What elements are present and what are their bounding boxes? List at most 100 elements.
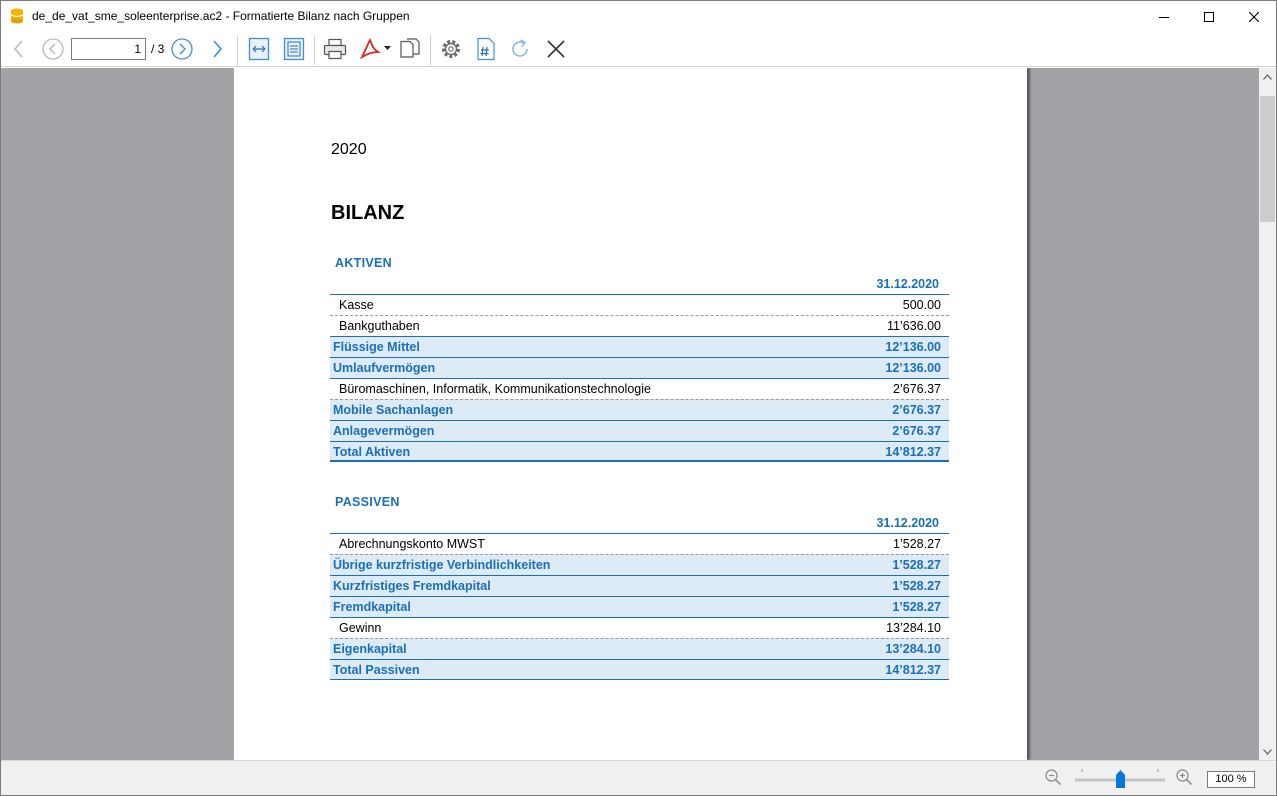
row-value: 1’528.27: [892, 558, 941, 572]
report-title: BILANZ: [331, 202, 405, 224]
refresh-button[interactable]: [506, 35, 534, 63]
pdf-icon: [359, 38, 391, 60]
fit-page-icon: [283, 37, 305, 61]
table-row: Bankguthaben 11’636.00: [330, 315, 949, 336]
app-window: de_de_vat_sme_soleenterprise.ac2 - Forma…: [0, 0, 1277, 796]
chevron-down-icon: [1263, 748, 1272, 755]
row-value: 14’812.37: [885, 445, 941, 459]
vertical-scrollbar[interactable]: [1259, 68, 1276, 760]
table-row: Kasse 500.00: [330, 294, 949, 315]
table-row-total: Übrige kurzfristige Verbindlichkeiten 1’…: [330, 554, 949, 575]
row-value: 14’812.37: [885, 663, 941, 677]
assets-section-title: AKTIVEN: [335, 256, 392, 270]
row-label: Kasse: [339, 298, 374, 312]
chevron-up-icon: [1263, 73, 1272, 80]
row-value: 1’528.27: [892, 600, 941, 614]
row-value: 1’528.27: [892, 579, 941, 593]
export-pdf-button[interactable]: [357, 35, 393, 63]
report-viewport[interactable]: 2020 BILANZ AKTIVEN 31.12.2020 Kasse 500…: [1, 68, 1259, 760]
title-bar: de_de_vat_sme_soleenterprise.ac2 - Forma…: [1, 1, 1276, 32]
settings-button[interactable]: [437, 35, 465, 63]
liabilities-column-header: 31.12.2020: [876, 516, 939, 530]
table-row-grand-total: Total Aktiven 14’812.37: [330, 441, 949, 462]
row-value: 2’676.37: [893, 382, 941, 396]
table-row-total: Umlaufvermögen 12’136.00: [330, 357, 949, 378]
row-label: Flüssige Mittel: [333, 340, 420, 354]
toolbar-separator: [314, 35, 315, 65]
forward-button[interactable]: [203, 35, 231, 63]
row-label: Mobile Sachanlagen: [333, 403, 454, 417]
row-value: 2’676.37: [892, 403, 941, 417]
table-row-grand-total: Total Passiven 14’812.37: [330, 659, 949, 680]
scroll-down-button[interactable]: [1259, 743, 1276, 760]
table-row: Gewinn 13’284.10: [330, 617, 949, 638]
print-icon: [323, 38, 347, 60]
copy-button[interactable]: [396, 35, 424, 63]
report-year: 2020: [331, 141, 367, 158]
status-bar: 100 %: [1, 760, 1276, 795]
row-value: 12’136.00: [885, 361, 941, 375]
table-row-total: Anlagevermögen 2’676.37: [330, 420, 949, 441]
row-label: Total Aktiven: [333, 445, 411, 459]
maximize-icon: [1204, 11, 1214, 22]
window-title: de_de_vat_sme_soleenterprise.ac2 - Forma…: [32, 9, 410, 23]
row-value: 13’284.10: [886, 621, 941, 635]
row-label: Kurzfristiges Fremdkapital: [333, 579, 491, 593]
page-number-input[interactable]: 1: [71, 38, 146, 60]
next-page-button[interactable]: [168, 35, 196, 63]
back-button[interactable]: [5, 35, 33, 63]
table-row-total: Fremdkapital 1’528.27: [330, 596, 949, 617]
page-number-icon: [477, 37, 495, 61]
row-value: 12’136.00: [885, 340, 941, 354]
toolbar-separator: [237, 35, 238, 65]
scroll-up-button[interactable]: [1259, 68, 1276, 85]
table-row: Büromaschinen, Informatik, Kommunikation…: [330, 378, 949, 399]
close-report-button[interactable]: [542, 35, 570, 63]
window-close-icon: [1249, 11, 1259, 22]
table-row-total: Mobile Sachanlagen 2’676.37: [330, 399, 949, 420]
toolbar-separator: [430, 35, 431, 65]
previous-page-button[interactable]: [39, 35, 67, 63]
row-label: Gewinn: [339, 621, 382, 635]
table-row: Abrechnungskonto MWST 1’528.27: [330, 533, 949, 554]
row-label: Übrige kurzfristige Verbindlichkeiten: [333, 558, 551, 572]
assets-table: Kasse 500.00 Bankguthaben 11’636.00 Flüs…: [330, 294, 949, 462]
print-button[interactable]: [321, 35, 349, 63]
fit-width-button[interactable]: [245, 35, 273, 63]
toolbar: 1 / 3: [1, 32, 1276, 67]
zoom-slider[interactable]: [1073, 767, 1167, 791]
page-number-button[interactable]: [472, 35, 500, 63]
zoom-level-field[interactable]: 100 %: [1207, 771, 1255, 788]
row-label: Anlagevermögen: [333, 424, 435, 438]
assets-column-header: 31.12.2020: [876, 277, 939, 291]
row-value: 13’284.10: [885, 642, 941, 656]
close-icon: [547, 40, 565, 58]
liabilities-table: Abrechnungskonto MWST 1’528.27 Übrige ku…: [330, 533, 949, 680]
settings-icon: [442, 40, 460, 58]
page-total-label: / 3: [151, 42, 165, 56]
minimize-icon: [1159, 16, 1169, 18]
row-label: Total Passiven: [333, 663, 420, 677]
row-label: Umlaufvermögen: [333, 361, 436, 375]
forward-arrow-icon: [213, 40, 223, 58]
report-page: 2020 BILANZ AKTIVEN 31.12.2020 Kasse 500…: [234, 68, 1027, 760]
fit-page-button[interactable]: [280, 35, 308, 63]
row-label: Abrechnungskonto MWST: [339, 537, 485, 551]
table-row-total: Kurzfristiges Fremdkapital 1’528.27: [330, 575, 949, 596]
row-value: 500.00: [902, 298, 941, 312]
maximize-button[interactable]: [1186, 1, 1232, 32]
row-value: 2’676.37: [892, 424, 941, 438]
zoom-out-icon[interactable]: [1044, 768, 1062, 786]
window-close-button[interactable]: [1231, 1, 1277, 32]
row-label: Bankguthaben: [339, 319, 420, 333]
row-value: 1’528.27: [893, 537, 941, 551]
row-value: 11’636.00: [887, 319, 941, 333]
refresh-icon: [512, 39, 528, 57]
copy-icon: [400, 38, 420, 58]
minimize-button[interactable]: [1141, 1, 1187, 32]
scrollbar-thumb[interactable]: [1260, 96, 1275, 222]
table-row-total: Eigenkapital 13’284.10: [330, 638, 949, 659]
next-page-icon: [171, 38, 193, 60]
app-database-icon: [10, 8, 24, 24]
zoom-in-icon[interactable]: [1175, 768, 1193, 786]
